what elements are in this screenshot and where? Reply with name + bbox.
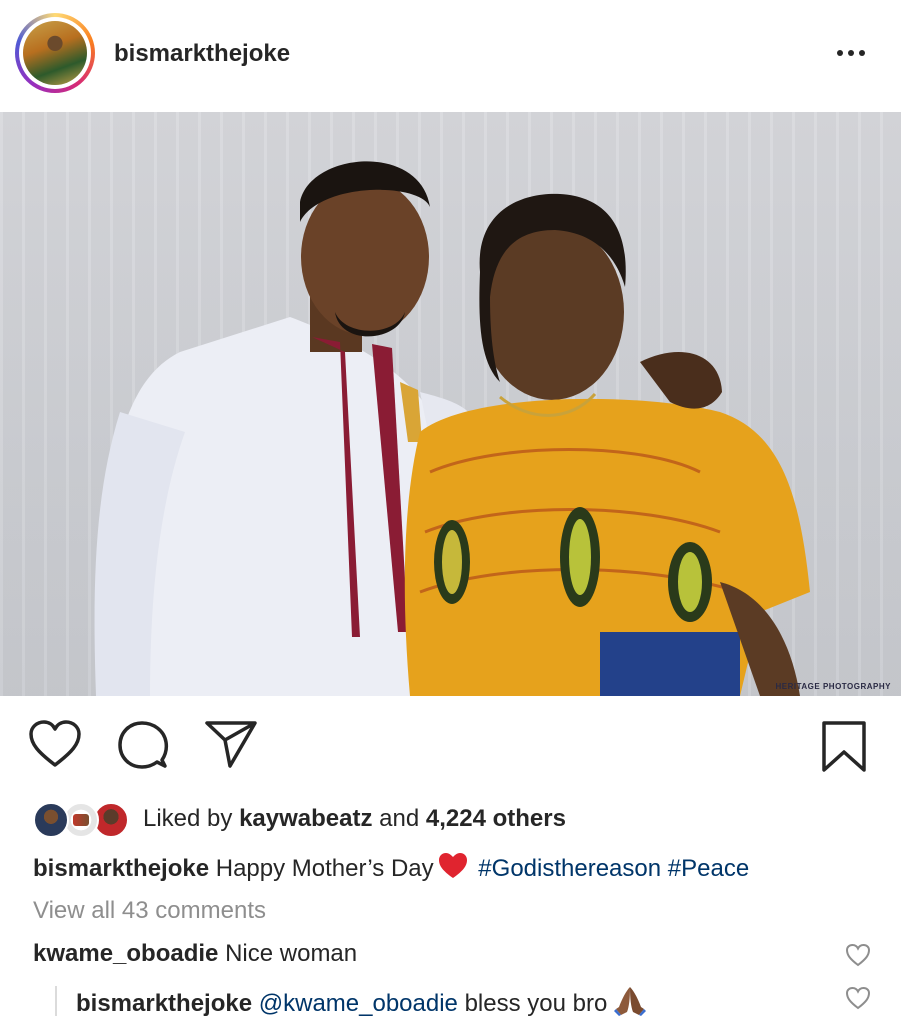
comment-item: kwame_oboadie Nice woman xyxy=(33,940,357,968)
heart-icon xyxy=(845,986,871,1010)
caption-text: Happy Mother’s Day xyxy=(215,855,434,882)
post-header: bismarkthejoke xyxy=(0,0,901,112)
more-options-button[interactable] xyxy=(831,38,871,68)
comment-like-button[interactable] xyxy=(845,986,871,1010)
post-photo[interactable]: HERITAGE PHOTOGRAPHY xyxy=(0,112,901,696)
folded-hands-icon xyxy=(613,985,647,1024)
share-icon xyxy=(205,721,257,768)
heart-icon xyxy=(29,720,81,767)
avatar-frame xyxy=(19,17,91,89)
liker-avatar xyxy=(33,802,69,838)
comment-button[interactable] xyxy=(117,720,169,777)
story-ring[interactable] xyxy=(15,13,95,93)
like-button[interactable] xyxy=(28,720,82,775)
likes-count-link[interactable]: 4,224 others xyxy=(426,805,566,832)
first-liker-link[interactable]: kaywabeatz xyxy=(239,805,372,832)
heart-icon xyxy=(845,943,871,967)
share-button[interactable] xyxy=(204,720,258,775)
comment-like-button[interactable] xyxy=(845,943,871,967)
post-username[interactable]: bismarkthejoke xyxy=(114,40,290,68)
comment-text: bless you bro xyxy=(464,990,608,1017)
comment-username[interactable]: bismarkthejoke xyxy=(76,990,252,1017)
likes-text: Liked by kaywabeatz and 4,224 others xyxy=(143,805,566,833)
save-button[interactable] xyxy=(820,720,868,779)
comment-username[interactable]: kwame_oboadie xyxy=(33,940,218,967)
more-dot-icon xyxy=(859,50,865,56)
post-caption: bismarkthejoke Happy Mother’s Day #Godis… xyxy=(33,852,749,887)
comment-reply-item: bismarkthejoke @kwame_oboadie bless you … xyxy=(76,985,647,1024)
photo-watermark: HERITAGE PHOTOGRAPHY xyxy=(775,682,891,691)
likes-conjunction: and xyxy=(379,805,420,832)
more-dot-icon xyxy=(837,50,843,56)
action-bar xyxy=(0,712,901,784)
view-all-comments-link[interactable]: View all 43 comments xyxy=(33,897,266,925)
hashtag-link[interactable]: #Godisthereason xyxy=(478,855,661,882)
reply-thread-line xyxy=(55,986,57,1016)
avatar[interactable] xyxy=(23,21,87,85)
more-dot-icon xyxy=(848,50,854,56)
caption-username[interactable]: bismarkthejoke xyxy=(33,855,209,882)
likes-summary[interactable]: Liked by kaywabeatz and 4,224 others xyxy=(33,800,873,840)
red-heart-icon xyxy=(438,852,468,887)
comment-text: Nice woman xyxy=(225,940,358,967)
photo-illustration xyxy=(94,161,810,696)
bookmark-icon xyxy=(822,721,866,772)
hashtag-link[interactable]: #Peace xyxy=(668,855,749,882)
likes-prefix: Liked by xyxy=(143,805,233,832)
mention-link[interactable]: @kwame_oboadie xyxy=(259,990,458,1017)
comment-icon xyxy=(118,721,169,769)
woman-figure xyxy=(404,193,810,696)
